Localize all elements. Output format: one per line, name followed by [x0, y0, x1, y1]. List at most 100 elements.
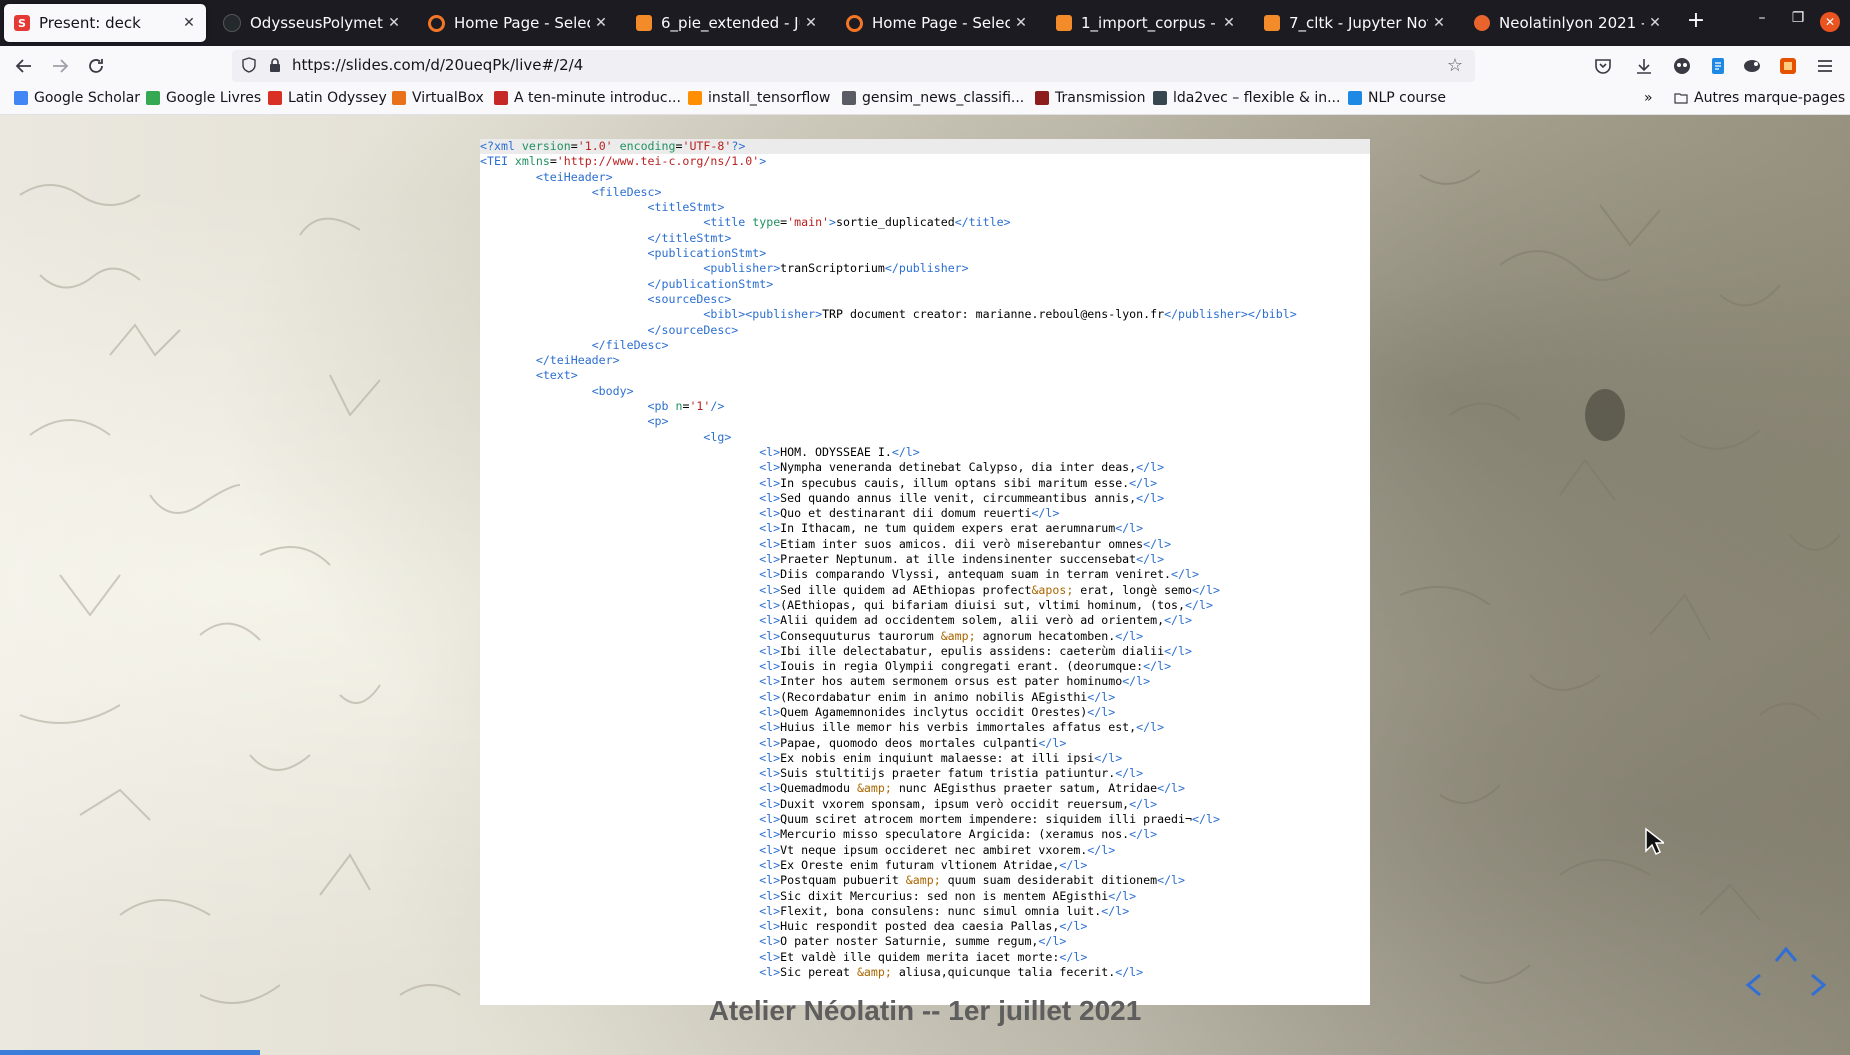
bookmark-label: Google Scholar [34, 90, 141, 106]
jupyter-icon [428, 14, 445, 32]
browser-tab[interactable]: 1_import_corpus - Jupy✕ [1046, 4, 1246, 42]
code-line: <l>Etiam inter suos amicos. dii verò mis… [759, 536, 1172, 551]
code-line: <l>Inter hos autem sermonem orsus est pa… [759, 674, 1151, 689]
bookmark-item[interactable]: NLP course [1348, 90, 1446, 106]
code-line: </titleStmt> [647, 230, 732, 245]
browser-tab[interactable]: OdysseusPolymetis/ne✕ [213, 4, 411, 42]
new-tab-button[interactable]: + [1681, 8, 1711, 33]
tab-strip: SPresent: deck✕OdysseusPolymetis/ne✕Home… [0, 0, 1850, 46]
close-tab-icon[interactable]: ✕ [1644, 15, 1666, 31]
navigate-left-chevron-icon[interactable] [1740, 971, 1768, 999]
browser-tab[interactable]: 6_pie_extended - Jupy✕ [626, 4, 828, 42]
arrow-left-icon [15, 59, 31, 73]
close-tab-icon[interactable]: ✕ [1428, 15, 1450, 31]
pocket-icon[interactable] [1593, 56, 1613, 76]
browser-tab[interactable]: S Present: deck ✕ [4, 4, 206, 42]
bookmark-item[interactable]: install_tensorflow [688, 90, 830, 106]
bookmark-item[interactable]: VirtualBox [392, 90, 484, 106]
restore-button[interactable]: ❐ [1786, 10, 1810, 26]
bookmark-item[interactable]: Google Livres [146, 90, 261, 106]
download-icon[interactable] [1634, 56, 1654, 76]
bookmark-item[interactable]: A ten-minute introduc... [494, 90, 681, 106]
bookmark-item[interactable]: lda2vec – flexible & in... [1153, 90, 1340, 106]
lock-icon[interactable] [268, 57, 282, 73]
code-line: <l>Sic dixit Mercurius: sed non is mente… [759, 888, 1137, 903]
tei-xml-code-block: <?xml version='1.0' encoding='UTF-8'?> <T… [480, 139, 1370, 1005]
bookmark-item[interactable]: Transmission [1035, 90, 1145, 106]
other-bookmarks-folder[interactable]: Autres marque-pages [1674, 90, 1845, 106]
code-line: <l>Sic pereat &amp; aliusa,quicunque tal… [759, 965, 1144, 980]
code-line: <l>Huic respondit posted dea caesia Pall… [759, 919, 1088, 934]
bookmark-label: gensim_news_classifi... [862, 90, 1025, 106]
code-line: <l>Quemadmodu &amp; nunc AEgisthus praet… [759, 781, 1186, 796]
forward-button[interactable] [46, 52, 74, 80]
navigate-up-chevron-icon[interactable] [1772, 941, 1800, 969]
code-line: <l>In Ithacam, ne tum quidem expers erat… [759, 521, 1144, 536]
browser-tab[interactable]: Home Page - Select or✕ [836, 4, 1038, 42]
slide-viewport: <?xml version='1.0' encoding='UTF-8'?> <T… [0, 115, 1850, 1055]
bookmark-label: Google Livres [166, 90, 262, 106]
bookmark-label: Latin Odyssey [288, 90, 387, 106]
close-window-button[interactable]: ✕ [1820, 12, 1840, 32]
bookmark-favicon-icon [1035, 91, 1049, 105]
bookmark-label: lda2vec – flexible & in... [1173, 90, 1341, 106]
browser-tab[interactable]: Home Page - Select or✕ [418, 4, 618, 42]
code-line: </teiHeader> [535, 353, 620, 368]
extension-icon[interactable] [1742, 56, 1762, 76]
bookmark-favicon-icon [494, 91, 508, 105]
folder-icon [1674, 93, 1688, 104]
code-line: </fileDesc> [591, 337, 669, 352]
jupyter-icon [846, 14, 863, 32]
code-line: <sourceDesc> [647, 291, 732, 306]
url-text[interactable]: https://slides.com/d/20ueqPk/live#/2/4 [292, 56, 583, 74]
close-tab-icon[interactable]: ✕ [383, 15, 405, 31]
close-tab-icon[interactable]: ✕ [178, 15, 200, 31]
navigation-toolbar: https://slides.com/d/20ueqPk/live#/2/4 ☆ [0, 46, 1850, 86]
code-line: <l>Ex nobis enim inquiunt malaesse: at i… [759, 750, 1123, 765]
bookmark-item[interactable]: Google Scholar [14, 90, 140, 106]
notebook-icon [1264, 15, 1280, 31]
bookmark-item[interactable]: gensim_news_classifi... [842, 90, 1024, 106]
tab-title: 7_cltk - Jupyter Notebo [1289, 14, 1428, 32]
shield-icon[interactable] [242, 57, 256, 73]
reload-icon [89, 59, 103, 73]
code-line: <l>Sed quando annus ille venit, circumme… [759, 490, 1165, 505]
bookmark-item[interactable]: Latin Odyssey [268, 90, 387, 106]
browser-tab[interactable]: Neolatinlyon 2021 - éc✕ [1464, 4, 1672, 42]
close-tab-icon[interactable]: ✕ [1010, 15, 1032, 31]
address-bar[interactable]: https://slides.com/d/20ueqPk/live#/2/4 ☆ [232, 50, 1475, 82]
code-line: <l>Iouis in regia Olympii congregati era… [759, 659, 1172, 674]
addon-icon[interactable] [1778, 56, 1798, 76]
extension-mask-icon[interactable] [1672, 56, 1692, 76]
back-button[interactable] [10, 52, 38, 80]
menu-hamburger-icon[interactable] [1815, 56, 1835, 76]
code-line: <l>O pater noster Saturnie, summe regum,… [759, 934, 1067, 949]
minimize-button[interactable]: – [1750, 10, 1774, 26]
code-line: <l>Vt neque ipsum occideret nec ambiret … [759, 842, 1116, 857]
bookmarks-overflow-chevron-icon[interactable]: » [1644, 90, 1653, 106]
reload-button[interactable] [82, 52, 110, 80]
code-line: <pb n='1'/> [647, 399, 725, 414]
code-line: <fileDesc> [591, 184, 662, 199]
close-tab-icon[interactable]: ✕ [1218, 15, 1240, 31]
code-line: <bibl><publisher>TRP document creator: m… [703, 307, 1297, 322]
code-line: <p> [647, 414, 669, 429]
code-line: <l>Nympha veneranda detinebat Calypso, d… [759, 460, 1165, 475]
code-line: <l>Huius ille memor his verbis immortale… [759, 720, 1165, 735]
close-tab-icon[interactable]: ✕ [590, 15, 612, 31]
code-line: <l>Consequuturus taurorum &amp; agnorum … [759, 628, 1144, 643]
reader-extension-icon[interactable] [1708, 56, 1728, 76]
bookmark-label: Transmission [1055, 90, 1146, 106]
navigate-right-chevron-icon[interactable] [1804, 971, 1832, 999]
bookmark-star-icon[interactable]: ☆ [1447, 55, 1463, 76]
browser-tab[interactable]: 7_cltk - Jupyter Notebo✕ [1254, 4, 1456, 42]
slide-footer-title: Atelier Néolatin -- 1er juillet 2021 [708, 995, 1142, 1026]
close-tab-icon[interactable]: ✕ [800, 15, 822, 31]
code-line: <lg> [703, 429, 732, 444]
bookmark-favicon-icon [146, 91, 160, 105]
code-line: <l>(AEthiopas, qui bifariam diuisi sut, … [759, 597, 1213, 612]
code-line: <l>Quo et destinarant dii domum reuerti<… [759, 506, 1060, 521]
bookmark-label: NLP course [1368, 90, 1446, 106]
code-line: <l>Postquam pubuerit &amp; quum suam des… [759, 873, 1186, 888]
mouse-pointer-icon [1645, 827, 1664, 856]
